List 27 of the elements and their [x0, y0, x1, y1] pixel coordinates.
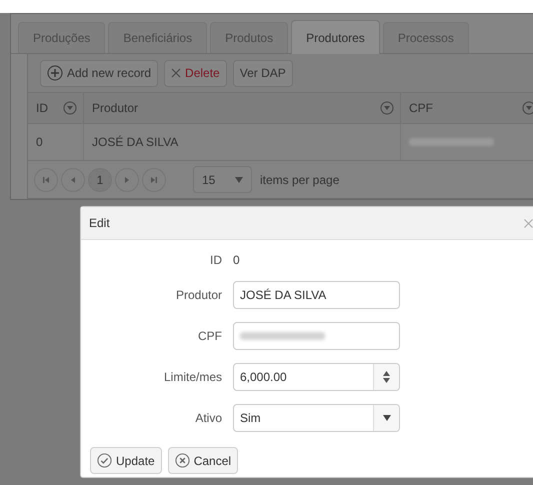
tab[interactable]: Produtores [291, 20, 380, 54]
field-label: Ativo [194, 411, 222, 425]
table-cell: JOSÉ DA SILVA [92, 135, 178, 149]
field-label: Limite/mes [162, 370, 222, 384]
field-label: Produtor [174, 288, 222, 302]
dialog-title: Edit [89, 216, 110, 230]
column-header[interactable]: Produtor [84, 93, 401, 123]
column-title: ID [36, 101, 48, 115]
cancel-button[interactable]: Cancel [168, 447, 238, 474]
update-button[interactable]: Update [90, 447, 162, 474]
text-input[interactable]: JOSÉ DA SILVA [233, 281, 400, 309]
select-dropdown[interactable]: Sim [233, 404, 400, 432]
numeric-input[interactable]: 6,000.00 [233, 363, 400, 391]
add-record-button[interactable]: Add new record [40, 60, 158, 86]
field-label: CPF [197, 329, 222, 343]
column-header[interactable]: ID [28, 93, 84, 123]
field-value: 0 [233, 253, 240, 267]
delete-button[interactable]: Delete [164, 60, 227, 86]
table-cell: 0 [36, 135, 43, 149]
page-button[interactable]: 1 [88, 168, 112, 192]
column-header[interactable]: CPF [401, 93, 533, 123]
column-title: CPF [409, 101, 433, 115]
field-label: ID [209, 253, 222, 267]
toolbar-button[interactable]: Ver DAP [232, 60, 293, 86]
page-size-label: items per page [260, 172, 340, 186]
column-title: Produtor [92, 101, 138, 115]
page-size-select[interactable]: 15 [193, 166, 252, 193]
